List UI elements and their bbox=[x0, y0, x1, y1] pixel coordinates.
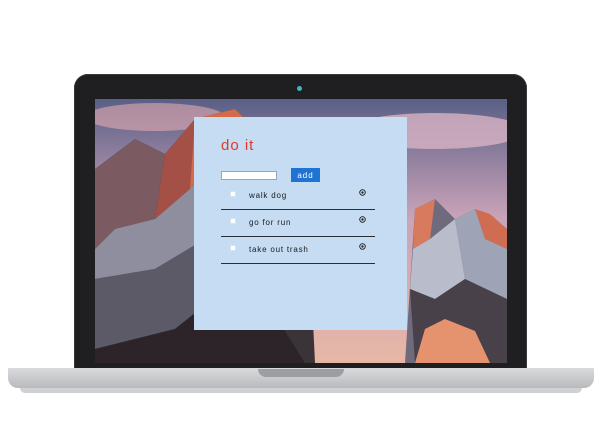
add-task-button[interactable]: add bbox=[291, 168, 320, 182]
task-item: take out trash bbox=[221, 237, 375, 264]
task-item: walk dog bbox=[221, 183, 375, 210]
task-list: walk dog go for run take out trash bbox=[221, 183, 375, 264]
laptop-notch bbox=[258, 369, 344, 377]
remove-circle-icon[interactable] bbox=[359, 243, 366, 250]
todo-app-panel: do it add walk dog go for run take out t… bbox=[194, 117, 407, 330]
task-label: go for run bbox=[249, 218, 292, 227]
new-task-input[interactable] bbox=[221, 171, 277, 180]
task-label: walk dog bbox=[249, 191, 287, 200]
task-checkbox[interactable] bbox=[230, 191, 236, 197]
remove-circle-icon[interactable] bbox=[359, 216, 366, 223]
laptop-base-shadow bbox=[20, 388, 582, 393]
remove-circle-icon[interactable] bbox=[359, 189, 366, 196]
task-checkbox[interactable] bbox=[230, 245, 236, 251]
webcam bbox=[297, 86, 302, 91]
task-item: go for run bbox=[221, 210, 375, 237]
task-label: take out trash bbox=[249, 245, 309, 254]
task-checkbox[interactable] bbox=[230, 218, 236, 224]
app-title: do it bbox=[221, 137, 255, 154]
